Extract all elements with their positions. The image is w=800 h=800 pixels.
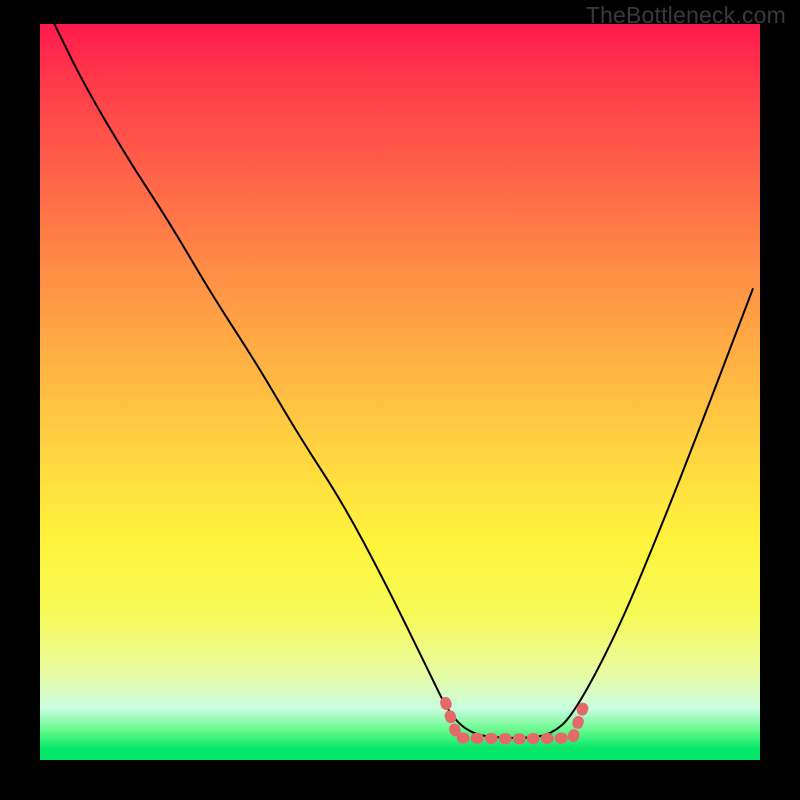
bottleneck-curve	[54, 24, 752, 738]
plot-area	[40, 24, 760, 760]
plateau-highlight	[446, 703, 585, 739]
chart-frame: TheBottleneck.com	[0, 0, 800, 800]
curve-svg	[40, 24, 760, 760]
watermark-text: TheBottleneck.com	[586, 2, 786, 29]
